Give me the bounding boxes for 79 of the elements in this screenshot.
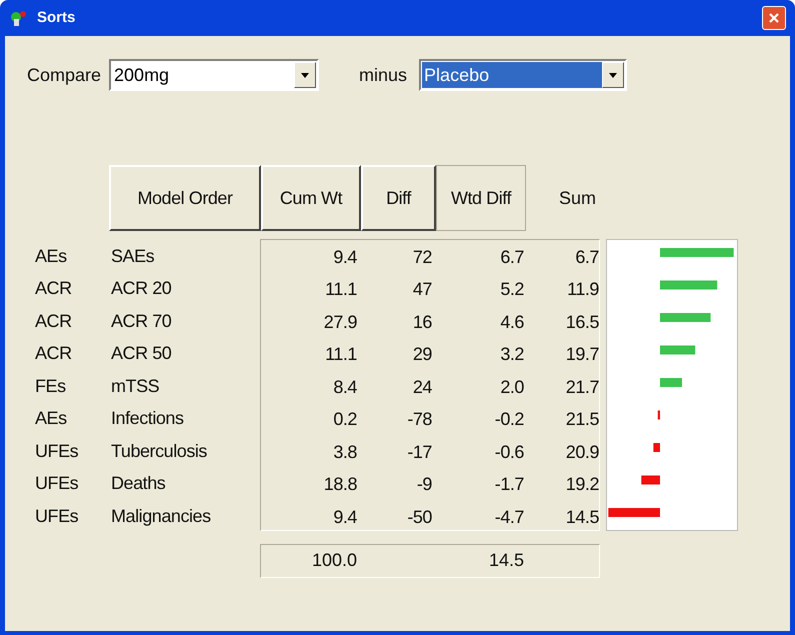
table-cell-text: 18.8 xyxy=(322,473,357,496)
bar xyxy=(608,508,660,517)
window-title: Sorts xyxy=(37,8,76,28)
measure-label: Malignancies xyxy=(111,504,211,528)
table-cell-text: 6.7 xyxy=(574,246,599,269)
category-label: ACR xyxy=(35,310,73,333)
table-cell-text: 3.8 xyxy=(332,440,357,464)
table-cell-text: 20.9 xyxy=(564,440,599,464)
bar xyxy=(660,313,711,322)
table-cell-text: 11.9 xyxy=(566,278,599,302)
measure-label: mTSS xyxy=(111,374,160,398)
table-cell-text: 72 xyxy=(412,246,432,269)
measure-label: Deaths xyxy=(111,472,166,496)
table-cell-text: -0.2 xyxy=(494,408,524,432)
category-label: UFEs xyxy=(35,472,80,496)
measure-label: ACR 20 xyxy=(111,277,172,300)
table-cell-text: 16 xyxy=(412,310,432,334)
category-label: AEs xyxy=(35,244,68,268)
table-cell-text: 24 xyxy=(412,376,432,399)
table-cell-text: 14.5 xyxy=(564,506,599,529)
column-header[interactable]: Cum Wt xyxy=(261,165,361,231)
minus-label: minus xyxy=(359,64,408,86)
table-cell-text: 21.5 xyxy=(564,408,599,432)
measure-label: Tuberculosis xyxy=(111,440,207,463)
table-cell-text: 27.9 xyxy=(322,310,357,334)
table-cell-text: -0.6 xyxy=(494,440,524,464)
bar xyxy=(653,443,660,452)
dropdown-arrow-icon xyxy=(301,72,310,78)
table-cell-text: 11.1 xyxy=(324,278,357,302)
total-cell-text: 14.5 xyxy=(488,549,524,572)
table-cell-text: 47 xyxy=(412,278,432,302)
dropdown-field[interactable]: Placebo xyxy=(419,59,628,91)
bar xyxy=(660,378,682,387)
column-header[interactable]: Diff xyxy=(361,165,436,231)
category-label: FEs xyxy=(35,374,67,398)
category-label: ACR xyxy=(35,342,73,366)
table-cell-text: 19.2 xyxy=(564,473,599,496)
category-label: ACR xyxy=(35,277,73,300)
table-cell-text: 6.7 xyxy=(499,246,524,269)
table-cell-text: 11.1 xyxy=(324,343,357,366)
table-cell-text: 21.7 xyxy=(564,376,599,399)
table-cell-text: 2.0 xyxy=(499,376,524,399)
table-cell-text: -50 xyxy=(406,506,432,529)
measure-label: ACR 50 xyxy=(111,342,172,366)
app-icon xyxy=(9,8,29,28)
measure-label: ACR 70 xyxy=(111,310,172,333)
category-label: UFEs xyxy=(35,440,80,463)
table-cell-text: 5.2 xyxy=(499,278,524,302)
close-icon xyxy=(768,12,780,24)
measure-label: SAEs xyxy=(111,244,154,268)
table-cell-text: -9 xyxy=(416,473,432,496)
table-cell-text: 9.4 xyxy=(332,246,357,269)
table-cell-text: 19.7 xyxy=(564,343,599,366)
table-cell-text: 29 xyxy=(412,343,432,366)
column-header[interactable]: Wtd Diff xyxy=(436,165,526,231)
category-label: AEs xyxy=(35,407,68,430)
table-cell-text: 0.2 xyxy=(332,408,357,432)
bar xyxy=(658,410,660,420)
column-header[interactable]: Model Order xyxy=(109,165,261,231)
column-header: Sum xyxy=(559,186,596,210)
table-cell-text: 9.4 xyxy=(332,506,357,529)
total-cell-text: 100.0 xyxy=(310,549,357,572)
bar xyxy=(660,346,696,354)
measure-label: Infections xyxy=(111,407,184,430)
close-button[interactable] xyxy=(762,6,786,30)
compare-label: Compare xyxy=(27,64,102,87)
table-cell-text: 4.6 xyxy=(499,310,524,334)
dropdown-arrow-icon xyxy=(609,72,618,78)
bar xyxy=(641,476,660,484)
table-cell-text: -78 xyxy=(406,408,432,432)
table-cell-text: 3.2 xyxy=(499,343,524,366)
table-cell-text: 16.5 xyxy=(564,310,599,334)
table-cell-text: -4.7 xyxy=(494,506,524,529)
bar xyxy=(660,280,718,290)
table-cell-text: -1.7 xyxy=(494,473,524,496)
category-label: UFEs xyxy=(35,504,80,528)
table-cell-text: 8.4 xyxy=(332,376,357,399)
table-cell-text: -17 xyxy=(406,440,432,464)
dropdown-field[interactable]: 200mg xyxy=(109,59,320,91)
